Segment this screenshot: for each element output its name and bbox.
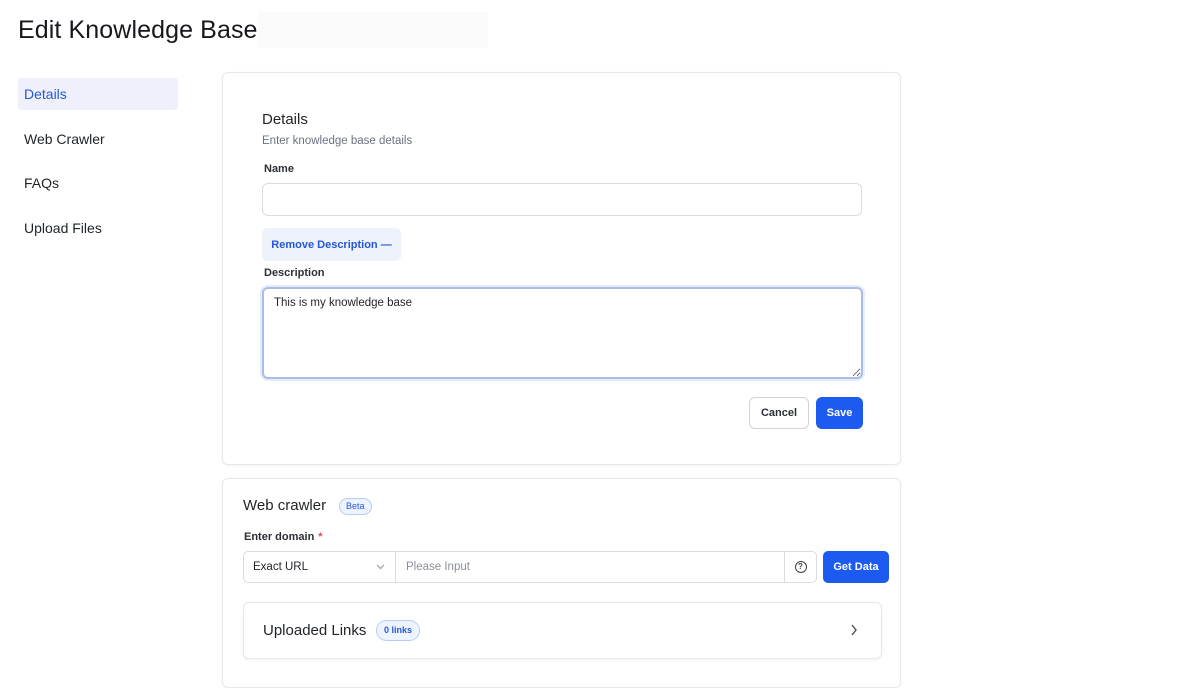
description-textarea[interactable]: This is my knowledge base — [262, 287, 863, 379]
sidebar-item-faqs[interactable]: FAQs — [18, 167, 178, 199]
question-circle-icon: ? — [794, 561, 807, 573]
save-button[interactable]: Save — [816, 397, 863, 429]
beta-badge: Beta — [339, 498, 372, 515]
details-subtitle: Enter knowledge base details — [262, 135, 413, 147]
url-type-value: Exact URL — [253, 561, 308, 573]
remove-description-button[interactable]: Remove Description — — [262, 228, 401, 261]
description-label: Description — [264, 267, 325, 279]
chevron-right-icon — [849, 619, 859, 645]
domain-label-text: Enter domain — [244, 531, 315, 543]
title-spacer — [258, 12, 488, 48]
get-data-button[interactable]: Get Data — [823, 551, 889, 583]
name-input[interactable] — [262, 183, 862, 216]
sidebar-item-details[interactable]: Details — [18, 78, 178, 110]
sidebar-item-web-crawler[interactable]: Web Crawler — [18, 123, 178, 155]
chevron-down-icon — [376, 552, 385, 594]
page-title: Edit Knowledge Base — [18, 16, 258, 44]
links-count-badge: 0 links — [376, 620, 421, 641]
cancel-button[interactable]: Cancel — [749, 397, 809, 429]
sidebar-item-upload-files[interactable]: Upload Files — [18, 212, 178, 244]
web-crawler-title: Web crawler — [243, 497, 327, 514]
web-crawler-card: Web crawler Beta Enter domain * Exact URL… — [222, 478, 901, 688]
domain-label: Enter domain * — [244, 531, 323, 543]
domain-input-group: Exact URL ? — [243, 551, 817, 583]
name-label: Name — [264, 163, 294, 175]
required-marker: * — [318, 531, 323, 543]
details-title: Details — [262, 111, 308, 128]
sidebar-nav: Details Web Crawler FAQs Upload Files — [18, 78, 178, 256]
uploaded-links-title: Uploaded Links — [263, 622, 367, 639]
url-type-select[interactable]: Exact URL — [244, 552, 396, 582]
help-button[interactable]: ? — [784, 552, 816, 582]
domain-url-input[interactable] — [396, 552, 784, 582]
uploaded-links-panel[interactable]: Uploaded Links 0 links — [243, 602, 882, 659]
details-card: Details Enter knowledge base details Nam… — [222, 72, 901, 465]
